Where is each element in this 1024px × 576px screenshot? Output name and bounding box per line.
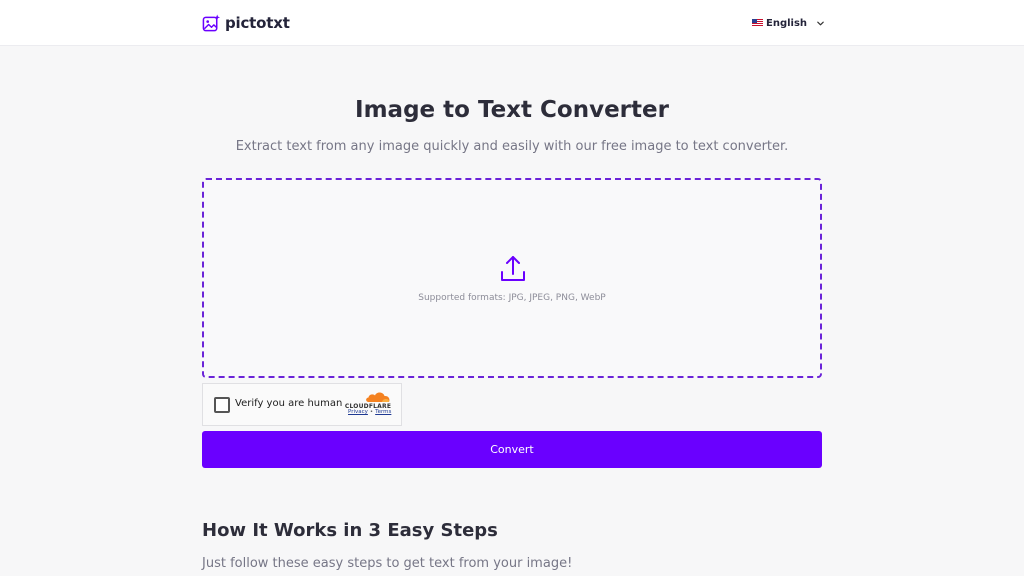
terms-link[interactable]: Terms (375, 409, 391, 415)
language-label: English (766, 17, 808, 29)
cloud-icon (364, 391, 392, 403)
captcha-checkbox[interactable] (214, 397, 230, 413)
brand-logo[interactable]: pictotxt (202, 12, 290, 34)
us-flag-icon (752, 19, 763, 27)
chevron-down-icon (816, 19, 825, 28)
captcha-links: Privacy • Terms (348, 409, 391, 415)
site-header: pictotxt English (0, 0, 1024, 46)
supported-formats: Supported formats: JPG, JPEG, PNG, WebP (418, 293, 606, 303)
privacy-link[interactable]: Privacy (348, 409, 368, 415)
upload-dropzone[interactable]: Supported formats: JPG, JPEG, PNG, WebP (202, 178, 822, 378)
page-title: Image to Text Converter (355, 97, 669, 123)
convert-button[interactable]: Convert (202, 431, 822, 468)
link-separator: • (369, 409, 374, 415)
how-it-works-title: How It Works in 3 Easy Steps (202, 520, 498, 541)
brand-name: pictotxt (225, 14, 290, 32)
page-subtitle: Extract text from any image quickly and … (235, 139, 789, 154)
captcha-label: Verify you are human (235, 398, 343, 409)
image-sparkle-icon (202, 13, 221, 33)
upload-icon (500, 255, 526, 283)
captcha-widget: Verify you are human CLOUDFLARE Privacy •… (202, 383, 402, 426)
language-selector[interactable]: English (752, 15, 825, 31)
how-it-works-subtitle: Just follow these easy steps to get text… (202, 556, 573, 571)
